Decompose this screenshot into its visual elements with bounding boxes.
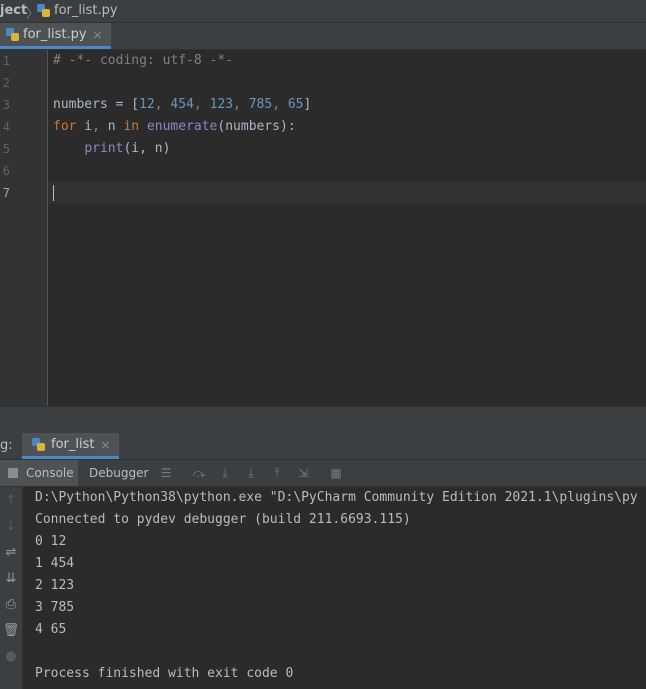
code-line-1: # -*- coding: utf-8 -*- xyxy=(53,53,234,68)
code-token: ] xyxy=(303,97,312,112)
line-number: 1 xyxy=(2,54,10,68)
code-token: (i, n) xyxy=(123,141,171,156)
code-token: n xyxy=(99,119,124,134)
code-token: , xyxy=(193,97,210,112)
number-literal: 785 xyxy=(248,97,273,112)
evaluate-table-icon[interactable]: ▦ xyxy=(328,465,344,481)
trash-icon[interactable]: 🗑 xyxy=(2,622,20,640)
code-token: i xyxy=(76,119,93,134)
code-line-4: for i, n in enumerate(numbers): xyxy=(53,119,296,135)
code-line-5: print(i, n) xyxy=(53,141,170,157)
code-token: (numbers): xyxy=(217,119,296,134)
line-number: 5 xyxy=(2,142,10,156)
code-token: numbers xyxy=(53,97,108,112)
breadcrumb-file[interactable]: for_list.py xyxy=(37,3,118,18)
console-line: 2 123 xyxy=(35,578,75,593)
step-into-my-code-icon[interactable]: ⤓ xyxy=(243,465,259,481)
python-run-icon xyxy=(32,438,45,451)
console-line: 3 785 xyxy=(35,600,75,615)
navigation-breadcrumb: ject 〉 for_list.py xyxy=(0,0,646,23)
keyword-for: for xyxy=(53,119,77,134)
console-side-toolbar: ↑ ↓ ⇌ ⇊ ⎙ 🗑 ● xyxy=(0,487,23,689)
editor-tab-bar: for_list.py × xyxy=(0,23,646,50)
close-run-tab-icon[interactable]: × xyxy=(100,438,110,452)
console-line: Process finished with exit code 0 xyxy=(35,666,294,681)
arrow-up-icon[interactable]: ↑ xyxy=(2,492,20,510)
number-literal: 454 xyxy=(170,97,194,112)
step-over-icon[interactable]: ⤼ xyxy=(191,465,207,481)
number-literal: 123 xyxy=(209,97,234,112)
python-file-icon xyxy=(37,4,50,17)
debug-window-label: g: xyxy=(0,438,13,453)
print-icon[interactable]: ⎙ xyxy=(2,596,20,614)
console-line: D:\Python\Python38\python.exe "D:\PyChar… xyxy=(35,490,638,505)
code-line-3: numbers = [12, 454, 123, 785, 65] xyxy=(53,97,311,113)
run-to-cursor-icon[interactable]: ⇲ xyxy=(295,465,311,481)
number-literal: 12 xyxy=(139,97,155,112)
console-line: 0 12 xyxy=(35,534,67,549)
step-into-icon[interactable]: ⤓ xyxy=(217,465,233,481)
step-out-icon[interactable]: ⤒ xyxy=(269,465,285,481)
console-tab-label: Console xyxy=(26,466,74,480)
console-icon xyxy=(8,468,18,478)
builtin-enumerate: enumerate xyxy=(139,119,218,134)
line-number: 7 xyxy=(2,186,10,200)
code-token: , xyxy=(92,119,100,134)
close-tab-icon[interactable]: × xyxy=(93,28,103,42)
text-caret xyxy=(53,185,54,201)
tab-for-list-run[interactable]: for_list × xyxy=(22,433,119,459)
code-token: , xyxy=(233,97,249,112)
tab-debugger[interactable]: Debugger xyxy=(89,460,148,486)
arrow-down-icon[interactable]: ↓ xyxy=(2,518,20,536)
soft-wrap-icon[interactable]: ⇌ xyxy=(2,544,20,562)
code-token: = [ xyxy=(107,97,140,112)
keyword-in: in xyxy=(123,119,140,134)
tab-for-list-py[interactable]: for_list.py × xyxy=(0,23,111,49)
console-line: 1 454 xyxy=(35,556,75,571)
console-line: 4 65 xyxy=(35,622,67,637)
breadcrumb-file-label: for_list.py xyxy=(54,3,118,18)
python-file-icon xyxy=(6,28,19,41)
tab-console[interactable]: Console xyxy=(0,460,78,486)
tab-label: for_list.py xyxy=(23,27,87,42)
line-number: 2 xyxy=(2,76,10,90)
line-number-gutter: 1 2 3 4 5 6 7 xyxy=(0,50,48,406)
console-line: Connected to pydev debugger (build 211.6… xyxy=(35,512,411,527)
line-number: 3 xyxy=(2,98,10,112)
scroll-to-end-icon[interactable]: ⇊ xyxy=(2,570,20,588)
code-token: , xyxy=(154,97,171,112)
current-line-highlight xyxy=(48,182,646,204)
builtin-print: print xyxy=(84,141,124,156)
code-token: , xyxy=(272,97,288,112)
line-number: 4 xyxy=(2,120,10,134)
run-tab-label: for_list xyxy=(51,437,95,452)
debug-tool-window-header: g: for_list × xyxy=(0,433,646,460)
breadcrumb-project[interactable]: ject xyxy=(0,3,27,18)
console-toolbar: Console Debugger ☰ ⤼ ⤓ ⤓ ⤒ ⇲ ▦ xyxy=(0,460,646,487)
debugger-tab-label: Debugger xyxy=(89,466,149,480)
python-console-icon[interactable]: ● xyxy=(2,648,20,666)
menu-icon[interactable]: ☰ xyxy=(158,465,174,481)
line-number: 6 xyxy=(2,164,10,178)
number-literal: 65 xyxy=(287,97,304,112)
panel-splitter[interactable] xyxy=(0,406,646,434)
